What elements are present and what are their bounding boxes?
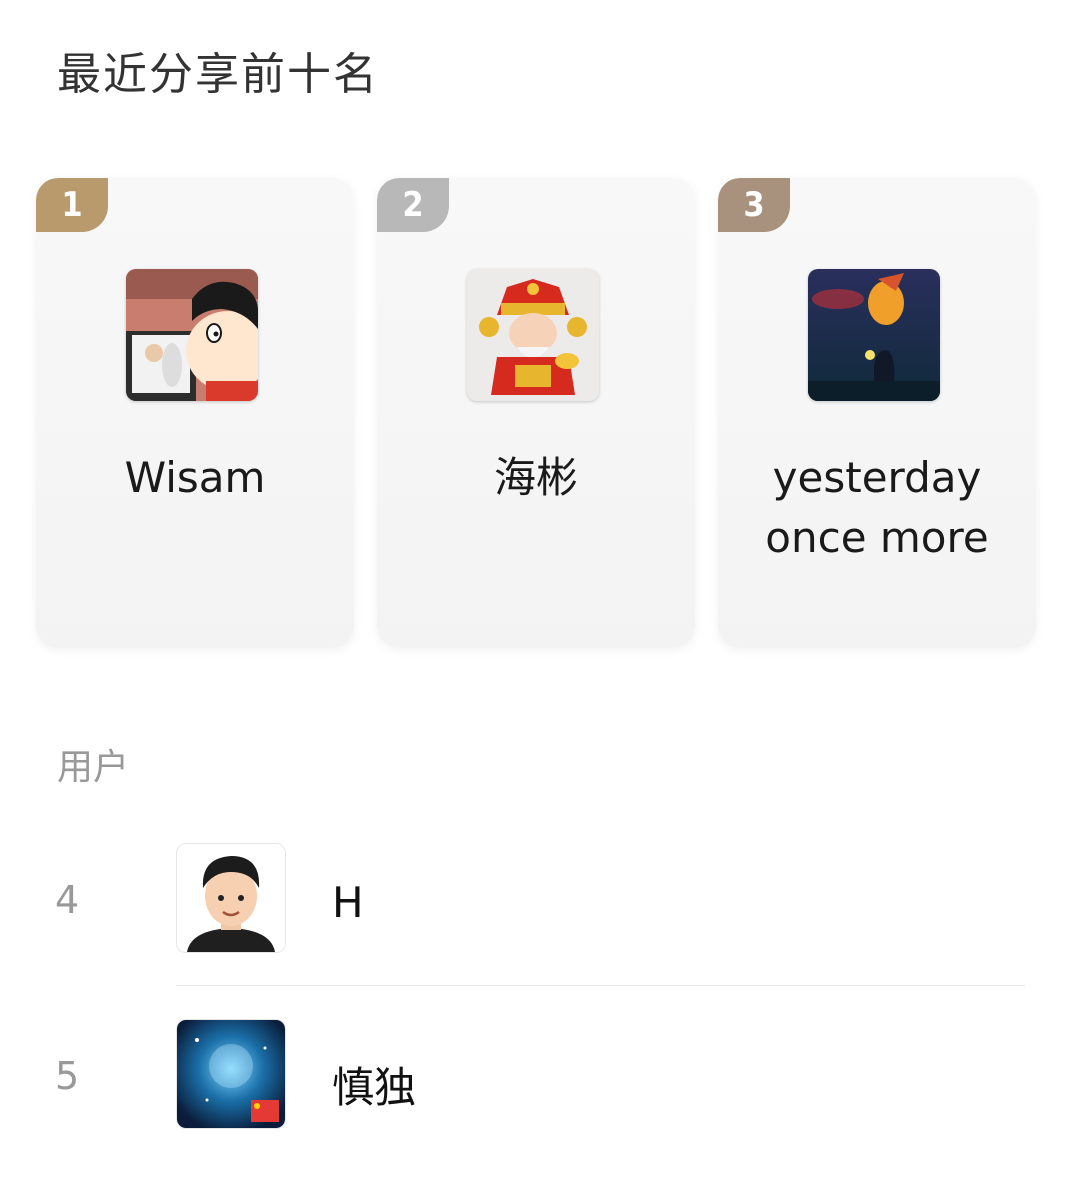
user-avatar[interactable] (126, 269, 258, 401)
user-name: yesterday once more (765, 453, 989, 562)
cartoon-man-avatar-image (177, 844, 285, 952)
rank-number: 5 (55, 1054, 80, 1098)
user-name: H (332, 878, 364, 927)
list-item[interactable]: 5 慎独 (0, 1002, 1080, 1178)
user-avatar[interactable] (176, 843, 286, 953)
rank-badge: 2 (377, 178, 449, 232)
cartoon-avatar-image (126, 269, 258, 401)
row-divider (176, 985, 1025, 986)
user-name: 慎独 (332, 1063, 417, 1112)
user-avatar[interactable] (176, 1019, 286, 1129)
user-avatar[interactable] (467, 269, 599, 401)
page-title: 最近分享前十名 (57, 49, 379, 100)
top-user-card-1[interactable]: 1 Wisam (36, 178, 354, 648)
galaxy-avatar-image (177, 1020, 285, 1128)
user-avatar[interactable] (808, 269, 940, 401)
rank-number: 4 (55, 878, 80, 922)
fish-cat-avatar-image (808, 269, 940, 401)
user-name: 海彬 (493, 453, 578, 502)
top-user-card-2[interactable]: 2 海彬 (377, 178, 695, 648)
rank-badge: 3 (718, 178, 790, 232)
top-user-card-3[interactable]: 3 yesterday once more (718, 178, 1036, 648)
god-of-wealth-avatar-image (467, 269, 599, 401)
rank-badge: 1 (36, 178, 108, 232)
users-section-label: 用户 (57, 747, 130, 788)
user-name: Wisam (124, 453, 266, 502)
list-item[interactable]: 4 H (0, 826, 1080, 1002)
